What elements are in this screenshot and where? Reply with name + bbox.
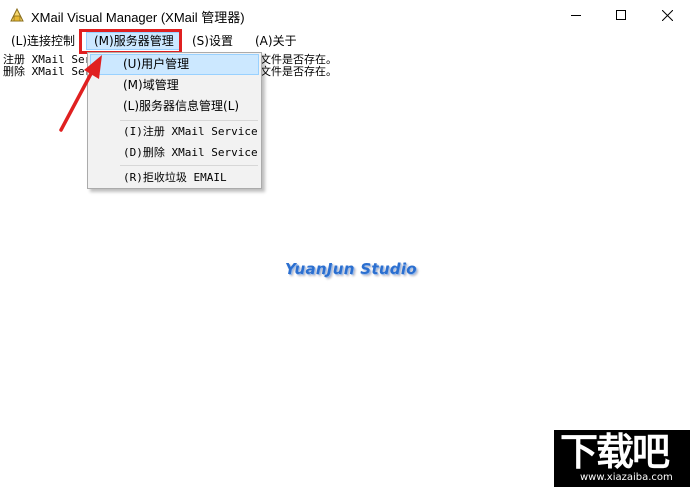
watermark: YuanJun Studio <box>285 260 417 278</box>
site-logo: 下载吧 www.xiazaiba.com <box>554 430 690 487</box>
logo-sub-text: www.xiazaiba.com <box>580 472 673 483</box>
annotation-arrow-icon <box>59 55 102 132</box>
logo-main-text: 下载吧 <box>560 430 670 474</box>
